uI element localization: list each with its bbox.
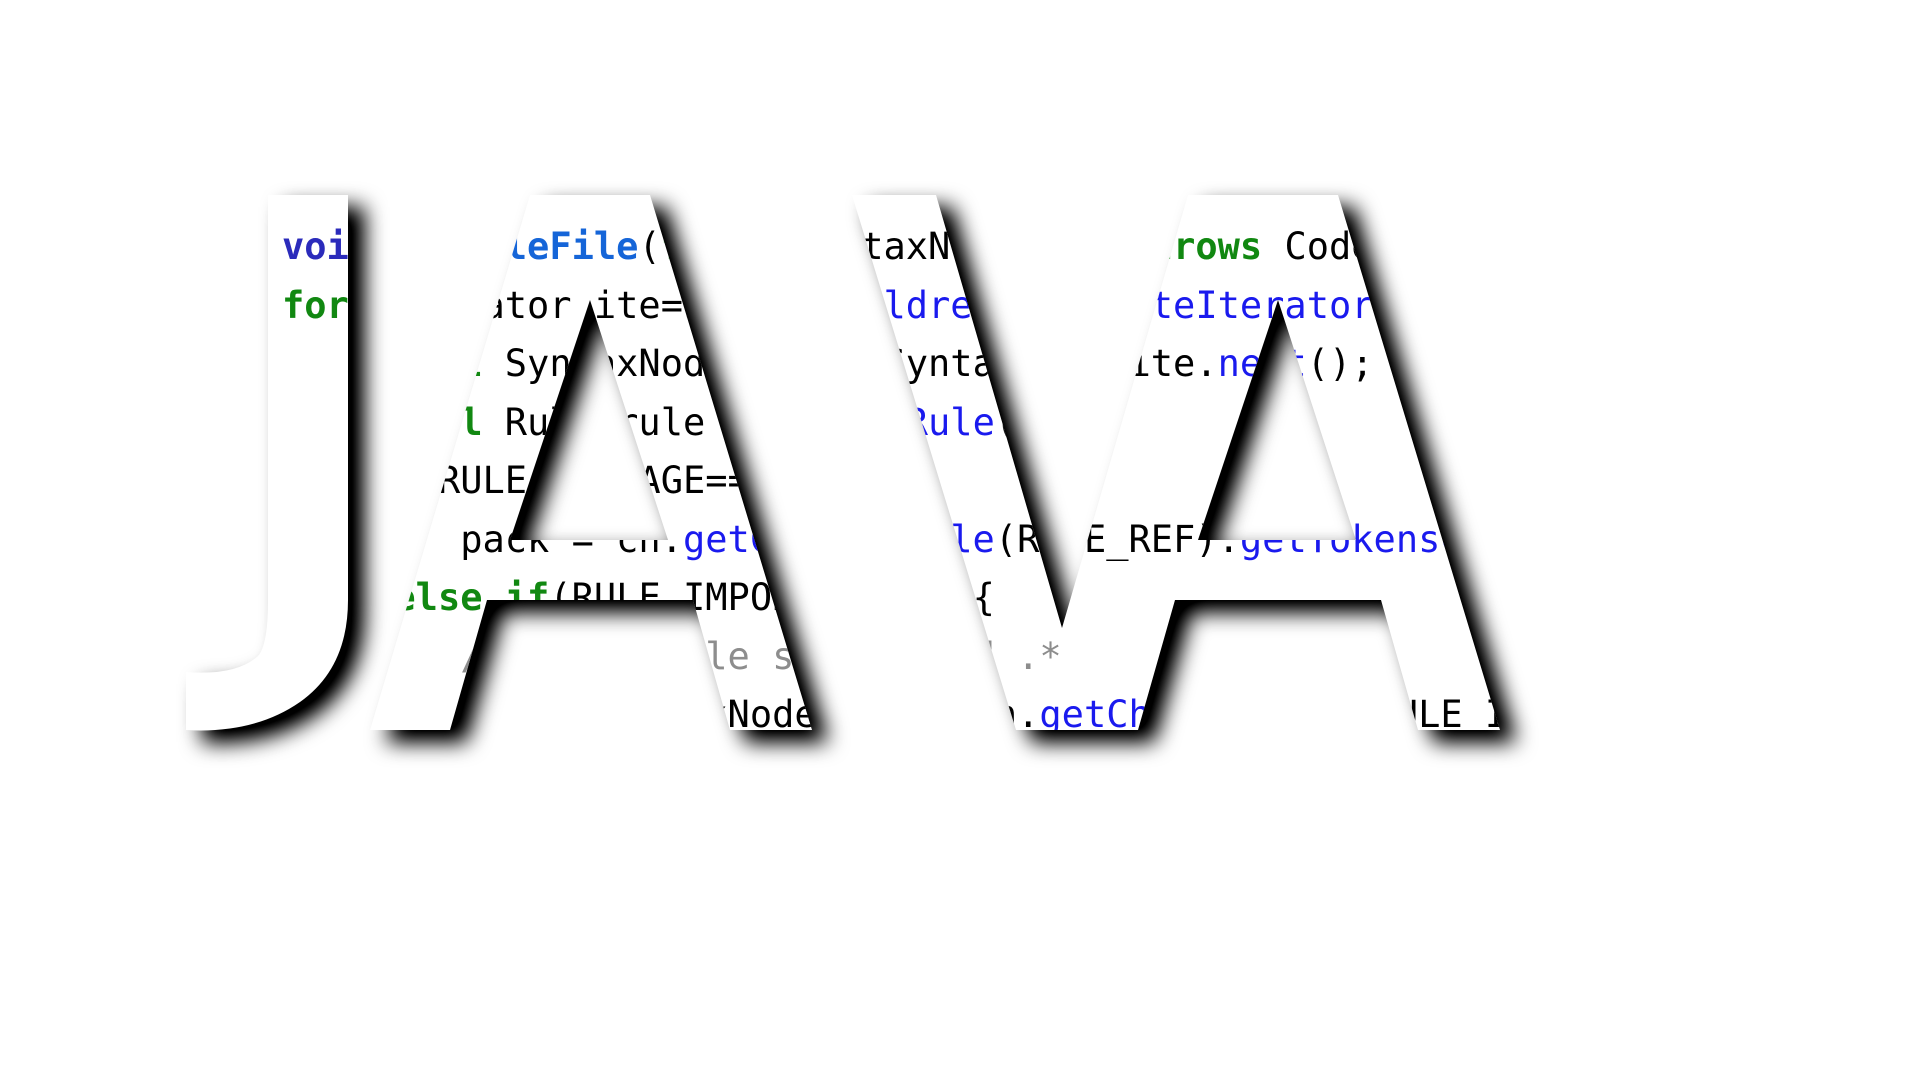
code-token: throws (1128, 225, 1263, 268)
code-token: final (371, 342, 483, 385)
code-token: SyntaxNode ccn = cn. (571, 693, 1040, 736)
code-token: getRule (838, 400, 995, 444)
java-wordmark-mask: void compileFile(final SyntaxNode sn) th… (0, 0, 1920, 1085)
code-line: pack = cn.getChildByRule(RULE_REF).getTo… (282, 511, 1619, 570)
code-token: final (660, 225, 773, 268)
code-token: ( (1262, 810, 1285, 853)
code-token: getChildren (749, 283, 995, 327)
code-token: (RULE_IMPORT (1351, 693, 1619, 736)
code-token: getTokensChars (1061, 751, 1374, 795)
code-token: getTokensChars (1239, 517, 1552, 561)
code-token: getChildByRule (1039, 693, 1352, 736)
code-line: }else if(RULE_IMPORT==rule){ (282, 569, 1619, 628)
code-token: final (460, 810, 572, 853)
code-token: (RULE_REF). (994, 517, 1240, 561)
code-token: void (282, 225, 394, 268)
code-token: CodeException{ (1262, 225, 1597, 268)
code-token: (Iterator ite=sn. (348, 283, 750, 327)
code-token: createIterator (1061, 283, 1374, 327)
code-token: '.' (1284, 810, 1352, 853)
code-token: (); (994, 400, 1062, 444)
code-token: final (460, 693, 572, 736)
code-line: if(RULE_PACKAGE==rule){ (282, 452, 1619, 511)
code-token: (); (1306, 342, 1374, 385)
java-logo-canvas: void compileFile(final SyntaxNode sn) th… (0, 0, 1920, 1085)
code-line: for (Iterator ite=sn.getChildren().creat… (282, 277, 1619, 336)
code-token: pack = cn. (282, 517, 683, 561)
code-line: final Chars fullName = ccn.getTokensChar… (282, 745, 1619, 804)
code-token: final (460, 751, 572, 795)
code-token: (RULE_IMPORT==rule){ (549, 576, 995, 619)
code-line: final Chars[] parts = fullName.split('.'… (282, 803, 1619, 862)
code-token: getChildByRule (682, 517, 995, 561)
code-line: final SyntaxNode cn = (SyntaxNode)ite.ne… (282, 335, 1619, 394)
code-line: final SyntaxNode ccn = cn.getChildByRule… (282, 686, 1619, 745)
code-token: SyntaxNode cn = (SyntaxNode)ite. (482, 342, 1218, 385)
code-token: if (504, 576, 550, 619)
code-token: else (393, 576, 483, 619)
code-token: } (282, 576, 394, 619)
code-token: if (371, 459, 416, 502)
code-line: void compileFile(final SyntaxNode sn) th… (282, 218, 1619, 277)
code-token: next (1217, 342, 1307, 385)
code-token: (); (1551, 517, 1619, 561)
code-token: //TODO handle static and .* (460, 634, 1062, 678)
code-token: final (371, 400, 483, 444)
code-token: (RULE_PACKAGE==rule){ (415, 459, 884, 502)
code-token: ) (1351, 810, 1374, 853)
code-token: split (1150, 810, 1263, 853)
code-token: for (282, 283, 349, 327)
code-token: compileFile (393, 225, 639, 268)
source-code-text: void compileFile(final SyntaxNode sn) th… (282, 218, 1619, 862)
code-line: final Rule rule = cn.getRule(); (282, 394, 1619, 453)
code-line: //TODO handle static and .* (282, 628, 1619, 687)
code-token: Chars[] parts = fullName. (571, 810, 1151, 853)
code-token: ( (638, 225, 661, 268)
code-token: ();ite. (1373, 283, 1530, 327)
code-token: (). (994, 283, 1062, 327)
code-token: SyntaxNode sn) (772, 225, 1129, 268)
code-token: (); (1373, 751, 1441, 795)
code-token: Chars fullName = ccn. (571, 751, 1062, 795)
code-token: Rule rule = cn. (482, 400, 839, 444)
code-fill: void compileFile(final SyntaxNode sn) th… (282, 218, 1619, 862)
